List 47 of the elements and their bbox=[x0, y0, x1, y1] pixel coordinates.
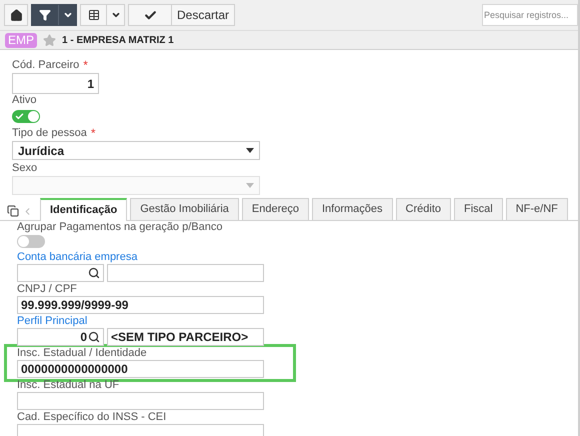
tab[interactable]: Informações bbox=[312, 198, 393, 220]
input-field[interactable]: 1 bbox=[12, 73, 99, 94]
home-button[interactable] bbox=[4, 4, 28, 26]
tab[interactable]: Endereço bbox=[242, 198, 309, 220]
search-icon[interactable] bbox=[88, 267, 100, 279]
input-field[interactable]: 99.999.999/9999-99 bbox=[17, 296, 264, 314]
lookup-field[interactable] bbox=[17, 264, 104, 282]
table-icon bbox=[88, 9, 100, 21]
check-icon bbox=[144, 8, 156, 22]
toggle-switch[interactable] bbox=[12, 110, 40, 123]
tab[interactable]: Crédito bbox=[396, 198, 451, 220]
field-label: Cód. Parceiro bbox=[12, 59, 80, 72]
tab[interactable]: NF-e/NF bbox=[506, 198, 568, 220]
required-mark: * bbox=[90, 127, 96, 140]
required-mark: * bbox=[83, 59, 88, 72]
search-icon[interactable] bbox=[88, 331, 100, 343]
home-icon bbox=[10, 8, 22, 22]
field-label: Ativo bbox=[12, 94, 36, 107]
dropdown-caret-icon bbox=[246, 148, 254, 153]
field-label: Sexo bbox=[12, 162, 38, 175]
field-label: CNPJ / CPF bbox=[17, 283, 77, 296]
copy-icon[interactable] bbox=[7, 205, 19, 217]
select-field[interactable]: Jurídica bbox=[12, 141, 260, 160]
field-label[interactable]: Perfil Principal bbox=[17, 315, 88, 328]
field-label: Insc. Estadual na UF bbox=[17, 379, 120, 392]
tab[interactable]: Gestão Imobiliária bbox=[130, 198, 239, 220]
dropdown-caret-icon bbox=[246, 183, 254, 188]
input-field[interactable] bbox=[17, 392, 264, 410]
field-label[interactable]: Conta bancária empresa bbox=[17, 251, 138, 264]
filter-icon bbox=[39, 9, 51, 21]
tab[interactable]: Identificação bbox=[40, 198, 128, 221]
entity-badge: EMP bbox=[5, 32, 38, 48]
toggle-switch[interactable] bbox=[17, 235, 45, 248]
field-label: Agrupar Pagamentos na geração p/Banco bbox=[17, 221, 222, 234]
tab[interactable]: Fiscal bbox=[454, 198, 503, 220]
caret-icon bbox=[110, 10, 120, 20]
input-field[interactable]: 0000000000000000 bbox=[17, 360, 264, 378]
search-field[interactable]: Pesquisar registros... bbox=[482, 4, 578, 26]
field-label: Insc. Estadual / Identidade bbox=[17, 347, 147, 360]
description-field: <SEM TIPO PARCEIRO> bbox=[107, 328, 264, 346]
star-icon[interactable] bbox=[43, 34, 56, 46]
check-icon bbox=[15, 112, 24, 121]
record-title: 1 - EMPRESA MATRIZ 1 bbox=[62, 34, 174, 48]
field-label: Tipo de pessoa bbox=[12, 127, 87, 140]
caret-icon bbox=[62, 10, 72, 20]
field-label: Cad. Específico do INSS - CEI bbox=[17, 411, 166, 424]
lookup-field[interactable]: 0 bbox=[17, 328, 104, 346]
